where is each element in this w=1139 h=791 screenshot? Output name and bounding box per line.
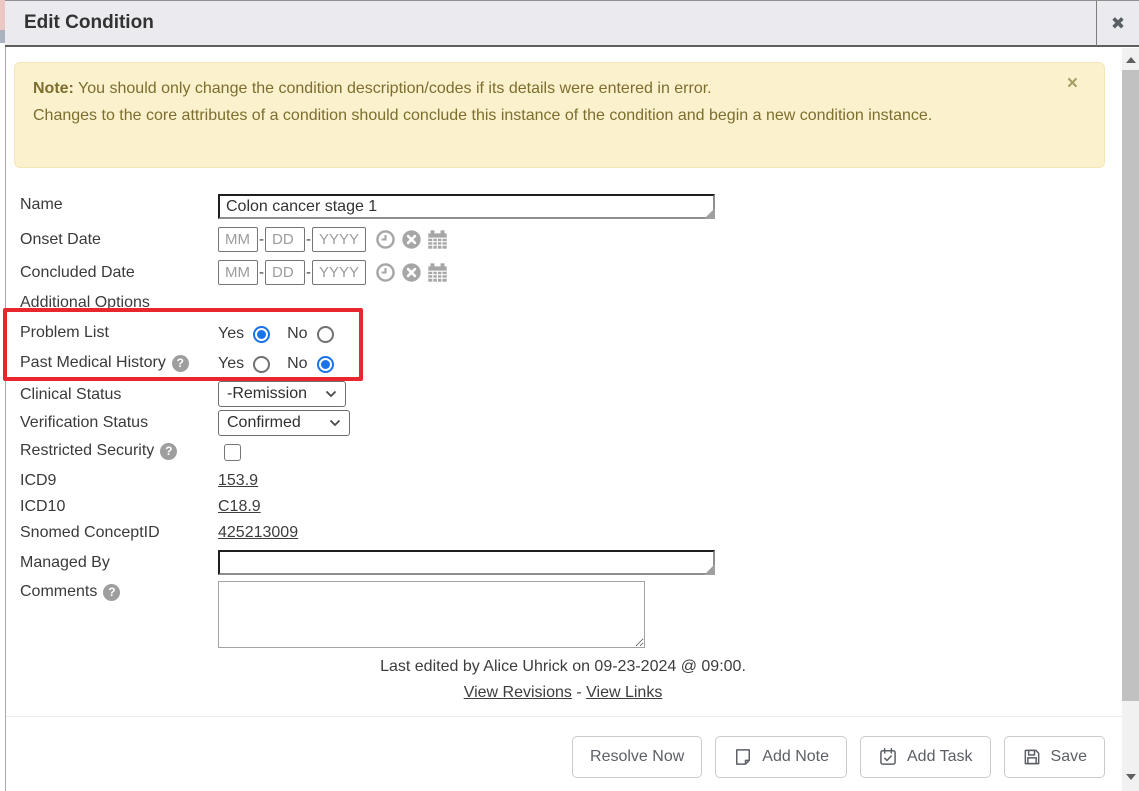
managed-by-resize-grip[interactable] — [704, 564, 715, 575]
banner-dismiss-icon[interactable]: × — [1067, 73, 1078, 95]
problem-list-yes-radio[interactable] — [253, 326, 270, 343]
scrollbar-thumb[interactable] — [1122, 70, 1139, 701]
scrollbar[interactable] — [1122, 48, 1139, 791]
clock-icon[interactable] — [375, 262, 396, 283]
add-task-label: Add Task — [907, 748, 973, 766]
name-input-resize-grip[interactable] — [704, 208, 715, 219]
concluded-date-row: - - — [218, 260, 448, 285]
name-input[interactable] — [218, 194, 715, 219]
link-separator: - — [576, 684, 581, 701]
concluded-date-label: Concluded Date — [20, 264, 135, 282]
note-text-line1: You should only change the condition des… — [78, 80, 712, 97]
calendar-icon[interactable] — [427, 229, 448, 250]
comments-textarea[interactable] — [218, 581, 645, 648]
snomed-code-link[interactable]: 425213009 — [218, 524, 298, 542]
view-links-link[interactable]: View Links — [586, 684, 662, 701]
save-icon — [1022, 747, 1042, 767]
date-separator: - — [259, 264, 264, 281]
calendar-icon[interactable] — [427, 262, 448, 283]
add-task-button[interactable]: Add Task — [860, 736, 991, 778]
edit-condition-dialog: Edit Condition ✖ Note: You should only c… — [0, 0, 1139, 791]
comments-label: Comments ? — [20, 583, 120, 601]
chevron-down-icon — [325, 390, 337, 398]
pmh-yes-label: Yes — [218, 355, 244, 373]
dialog-title: Edit Condition — [24, 12, 154, 34]
close-icon[interactable]: ✖ — [1097, 1, 1139, 46]
note-banner: Note: You should only change the conditi… — [14, 62, 1105, 168]
note-text-line2: Changes to the core attributes of a cond… — [33, 102, 953, 129]
concluded-day-input[interactable] — [265, 260, 305, 285]
verification-status-select[interactable]: Confirmed — [218, 410, 350, 436]
note-label: Note: — [33, 80, 74, 97]
snomed-conceptid-label: Snomed ConceptID — [20, 524, 160, 542]
managed-by-input[interactable] — [218, 550, 715, 575]
icd10-code-link[interactable]: C18.9 — [218, 498, 261, 516]
onset-date-row: - - — [218, 227, 448, 252]
resolve-now-label: Resolve Now — [590, 748, 684, 766]
name-label: Name — [20, 196, 63, 214]
clear-date-icon[interactable] — [401, 229, 422, 250]
restricted-security-checkbox[interactable] — [224, 444, 241, 461]
restricted-security-label: Restricted Security ? — [20, 442, 177, 460]
concluded-month-input[interactable] — [218, 260, 258, 285]
managed-by-label: Managed By — [20, 554, 110, 572]
dialog-footer: Resolve Now Add Note Add Task Save — [6, 716, 1122, 791]
scroll-up-icon[interactable] — [1122, 51, 1139, 68]
comments-label-text: Comments — [20, 583, 97, 601]
icd9-label: ICD9 — [20, 472, 56, 490]
help-icon[interactable]: ? — [103, 584, 120, 601]
onset-year-input[interactable] — [312, 227, 366, 252]
dialog-left-border — [5, 47, 6, 791]
pmh-no-label: No — [287, 355, 307, 373]
dialog-titlebar: Edit Condition ✖ — [5, 0, 1139, 47]
problem-list-yes-label: Yes — [218, 325, 244, 343]
note-icon — [733, 747, 753, 767]
chevron-down-icon — [329, 419, 341, 427]
revision-links: View Revisions - View Links — [6, 684, 1120, 702]
date-separator: - — [306, 231, 311, 248]
clinical-status-value: -Remission — [227, 385, 307, 403]
help-icon[interactable]: ? — [160, 443, 177, 460]
problem-list-no-radio[interactable] — [317, 326, 334, 343]
past-medical-history-label: Past Medical History ? — [20, 354, 189, 372]
clock-icon[interactable] — [375, 229, 396, 250]
concluded-year-input[interactable] — [312, 260, 366, 285]
save-button[interactable]: Save — [1004, 736, 1105, 778]
restricted-security-label-text: Restricted Security — [20, 442, 154, 460]
add-note-label: Add Note — [762, 748, 829, 766]
clear-date-icon[interactable] — [401, 262, 422, 283]
past-medical-history-radio-group: Yes No — [218, 355, 351, 373]
problem-list-label: Problem List — [20, 324, 109, 342]
calendar-task-icon — [878, 747, 898, 767]
resolve-now-button[interactable]: Resolve Now — [572, 736, 702, 778]
verification-status-value: Confirmed — [227, 414, 301, 432]
verification-status-label: Verification Status — [20, 414, 148, 432]
save-label: Save — [1051, 748, 1087, 766]
clinical-status-label: Clinical Status — [20, 386, 121, 404]
view-revisions-link[interactable]: View Revisions — [464, 684, 572, 701]
add-note-button[interactable]: Add Note — [715, 736, 847, 778]
scroll-down-icon[interactable] — [1122, 768, 1139, 785]
last-edited-text: Last edited by Alice Uhrick on 09-23-202… — [6, 658, 1120, 676]
help-icon[interactable]: ? — [172, 355, 189, 372]
past-medical-history-label-text: Past Medical History — [20, 354, 166, 372]
onset-month-input[interactable] — [218, 227, 258, 252]
pmh-yes-radio[interactable] — [253, 356, 270, 373]
problem-list-no-label: No — [287, 325, 307, 343]
icd9-code-link[interactable]: 153.9 — [218, 472, 258, 490]
onset-day-input[interactable] — [265, 227, 305, 252]
clinical-status-select[interactable]: -Remission — [218, 381, 346, 407]
date-separator: - — [306, 264, 311, 281]
pmh-no-radio[interactable] — [317, 356, 334, 373]
additional-options-link[interactable]: Additional Options — [20, 294, 150, 312]
date-separator: - — [259, 231, 264, 248]
problem-list-radio-group: Yes No — [218, 325, 351, 343]
icd10-label: ICD10 — [20, 498, 65, 516]
onset-date-label: Onset Date — [20, 231, 101, 249]
